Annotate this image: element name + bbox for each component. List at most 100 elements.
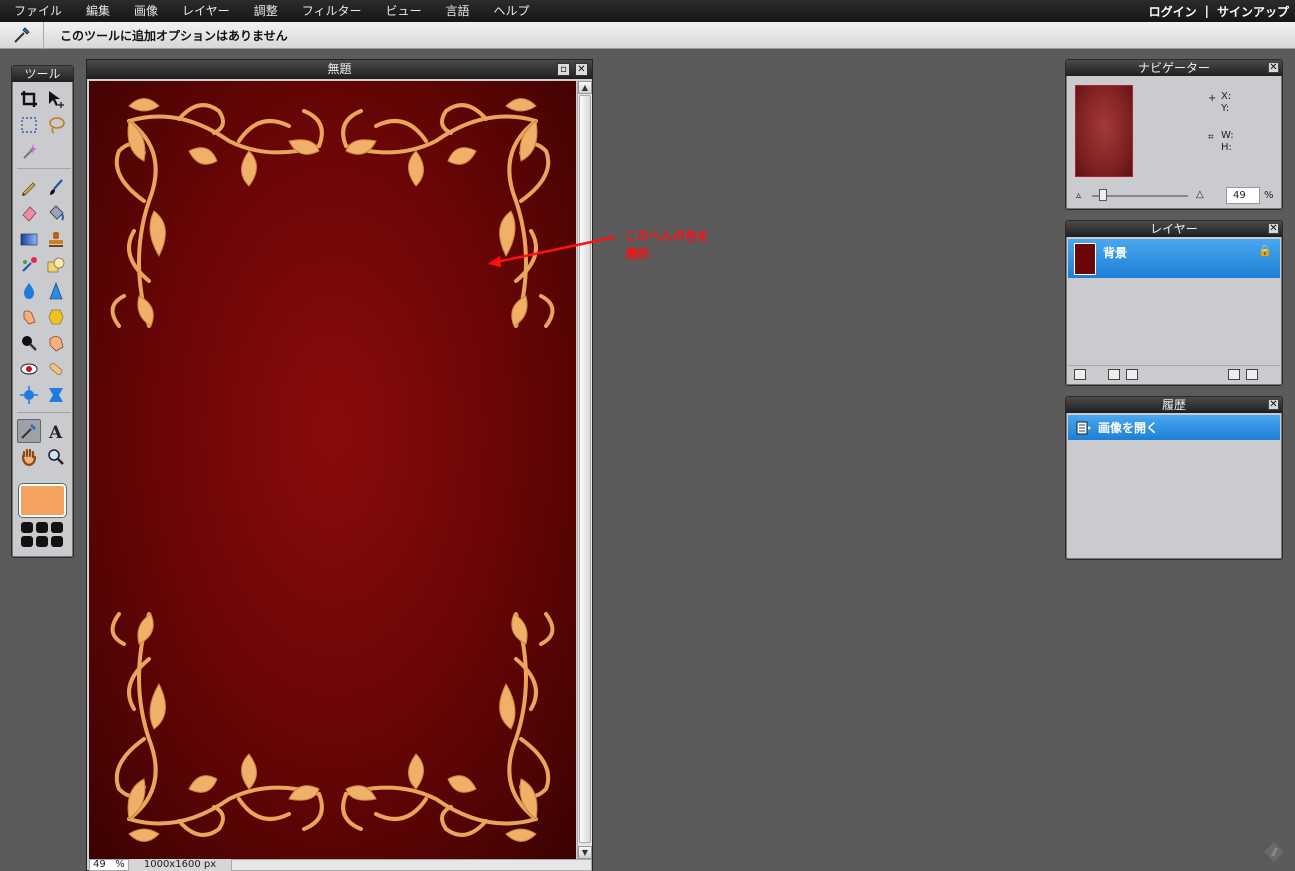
close-icon[interactable]: ✕ <box>575 63 588 76</box>
sponge-tool-icon[interactable] <box>44 305 68 329</box>
pencil-tool-icon[interactable] <box>17 175 41 199</box>
close-icon[interactable]: ✕ <box>1268 399 1279 410</box>
layers-footer <box>1068 365 1280 383</box>
swatch-dot[interactable] <box>36 522 48 533</box>
menu-file[interactable]: ファイル <box>0 0 74 22</box>
layer-settings-icon[interactable] <box>1126 369 1138 380</box>
bloat-tool-icon[interactable] <box>17 383 41 407</box>
smudge-tool-icon[interactable] <box>17 305 41 329</box>
crop-tool-icon[interactable] <box>17 87 41 111</box>
marquee-tool-icon[interactable] <box>17 113 41 137</box>
signup-link[interactable]: サインアップ <box>1217 3 1289 20</box>
app-logo-icon <box>1264 842 1284 862</box>
menu-language[interactable]: 言語 <box>433 0 481 22</box>
brush-tool-icon[interactable] <box>44 175 68 199</box>
image-canvas[interactable] <box>89 81 576 859</box>
zoom-slider-handle[interactable] <box>1099 189 1107 201</box>
swatch-dot[interactable] <box>21 536 33 547</box>
layer-style-icon[interactable] <box>1074 369 1086 380</box>
close-icon[interactable]: ✕ <box>1268 62 1279 73</box>
zoom-value: 49 <box>93 859 106 870</box>
menu-image[interactable]: 画像 <box>122 0 170 22</box>
document-title-bar[interactable]: 無題 ▫ ✕ <box>87 60 592 79</box>
burn-tool-icon[interactable] <box>44 331 68 355</box>
color-replace-tool-icon[interactable] <box>17 253 41 277</box>
swatch-dot[interactable] <box>51 536 63 547</box>
crosshair-icon: + <box>1208 93 1217 104</box>
navigator-thumbnail[interactable] <box>1075 85 1133 177</box>
w-label: W: <box>1221 130 1234 141</box>
pinch-tool-icon[interactable] <box>44 383 68 407</box>
menu-bar: ファイル 編集 画像 レイヤー 調整 フィルター ビュー 言語 ヘルプ ログイン… <box>0 0 1295 22</box>
red-eye-tool-icon[interactable] <box>17 357 41 381</box>
sharpen-tool-icon[interactable] <box>44 279 68 303</box>
navigator-panel: ナビゲーター ✕ + X: Y: ⌗ W: H: ▵ △ 49 % <box>1065 59 1283 210</box>
hand-tool-icon[interactable] <box>17 445 41 469</box>
delete-layer-icon[interactable] <box>1246 369 1258 380</box>
document-title: 無題 <box>327 62 352 76</box>
swatch-dot[interactable] <box>36 536 48 547</box>
type-tool-icon[interactable]: A <box>44 419 68 443</box>
zoom-unit: % <box>115 859 125 870</box>
move-tool-icon[interactable] <box>44 87 68 111</box>
stamp-tool-icon[interactable] <box>44 227 68 251</box>
drawing-tool-icon[interactable] <box>44 253 68 277</box>
menu-filter[interactable]: フィルター <box>290 0 374 22</box>
eraser-tool-icon[interactable] <box>17 201 41 225</box>
annotation-line-1: このへんの色を <box>625 229 710 243</box>
document-status-bar: 49 % 1000x1600 px <box>89 859 592 871</box>
navigator-zoom-input[interactable]: 49 <box>1226 187 1260 204</box>
zoom-in-icon[interactable]: △ <box>1196 189 1204 200</box>
history-panel: 履歴 ✕ 画像を開く <box>1065 396 1283 560</box>
annotation-text: このへんの色を 選択 <box>625 227 745 263</box>
layer-mask-icon[interactable] <box>1108 369 1120 380</box>
vertical-scrollbar[interactable]: ▲ ▼ <box>577 81 592 859</box>
size-icon: ⌗ <box>1208 132 1214 143</box>
foreground-color-swatch[interactable] <box>19 484 66 517</box>
scroll-up-icon[interactable]: ▲ <box>578 81 592 94</box>
zoom-tool-icon[interactable] <box>44 445 68 469</box>
image-size: 1000x1600 px <box>129 859 231 871</box>
zoom-input[interactable]: 49 % <box>89 859 129 871</box>
history-item[interactable]: 画像を開く <box>1068 415 1280 440</box>
layer-row[interactable]: 背景 🔒 <box>1068 239 1280 278</box>
horizontal-scrollbar[interactable] <box>231 859 592 871</box>
zoom-out-icon[interactable]: ▵ <box>1076 190 1081 201</box>
bucket-tool-icon[interactable] <box>44 201 68 225</box>
history-title: 履歴 <box>1161 398 1186 412</box>
swatch-dot[interactable] <box>21 522 33 533</box>
dodge-tool-icon[interactable] <box>17 331 41 355</box>
scrollbar-thumb[interactable] <box>579 95 591 843</box>
options-message: このツールに追加オプションはありません <box>60 28 288 43</box>
current-tool-eyedropper-icon <box>0 21 44 49</box>
navigator-title: ナビゲーター <box>1137 61 1210 75</box>
spot-heal-tool-icon[interactable] <box>44 357 68 381</box>
account-links: ログイン | サインアップ <box>1149 0 1289 22</box>
eyedropper-tool-icon[interactable] <box>17 419 41 443</box>
lasso-tool-icon[interactable] <box>44 113 68 137</box>
swatch-dot[interactable] <box>51 522 63 533</box>
annotation-line-2: 選択 <box>625 247 650 261</box>
options-bar: このツールに追加オプションはありません <box>0 21 1295 49</box>
history-item-label: 画像を開く <box>1098 421 1159 435</box>
gradient-tool-icon[interactable] <box>17 227 41 251</box>
layers-panel: レイヤー ✕ 背景 🔒 <box>1065 220 1283 386</box>
toolbox-panel: ツール A <box>11 65 74 558</box>
blur-tool-icon[interactable] <box>17 279 41 303</box>
new-layer-icon[interactable] <box>1228 369 1240 380</box>
menu-adjust[interactable]: 調整 <box>242 0 290 22</box>
lock-icon[interactable]: 🔒 <box>1258 244 1272 257</box>
menu-edit[interactable]: 編集 <box>74 0 122 22</box>
layer-thumbnail <box>1074 242 1096 275</box>
menu-view[interactable]: ビュー <box>373 0 433 22</box>
close-icon[interactable]: ✕ <box>1268 223 1279 234</box>
scroll-down-icon[interactable]: ▼ <box>578 846 592 859</box>
login-link[interactable]: ログイン <box>1149 3 1197 20</box>
maximize-icon[interactable]: ▫ <box>557 63 570 76</box>
menu-help[interactable]: ヘルプ <box>482 0 542 22</box>
menu-layer[interactable]: レイヤー <box>170 0 242 22</box>
magic-wand-tool-icon[interactable] <box>17 139 41 163</box>
layers-title: レイヤー <box>1150 222 1198 236</box>
document-window: 無題 ▫ ✕ ▲ ▼ 49 % 1000x1600 px <box>86 59 593 871</box>
account-separator: | <box>1204 4 1209 18</box>
